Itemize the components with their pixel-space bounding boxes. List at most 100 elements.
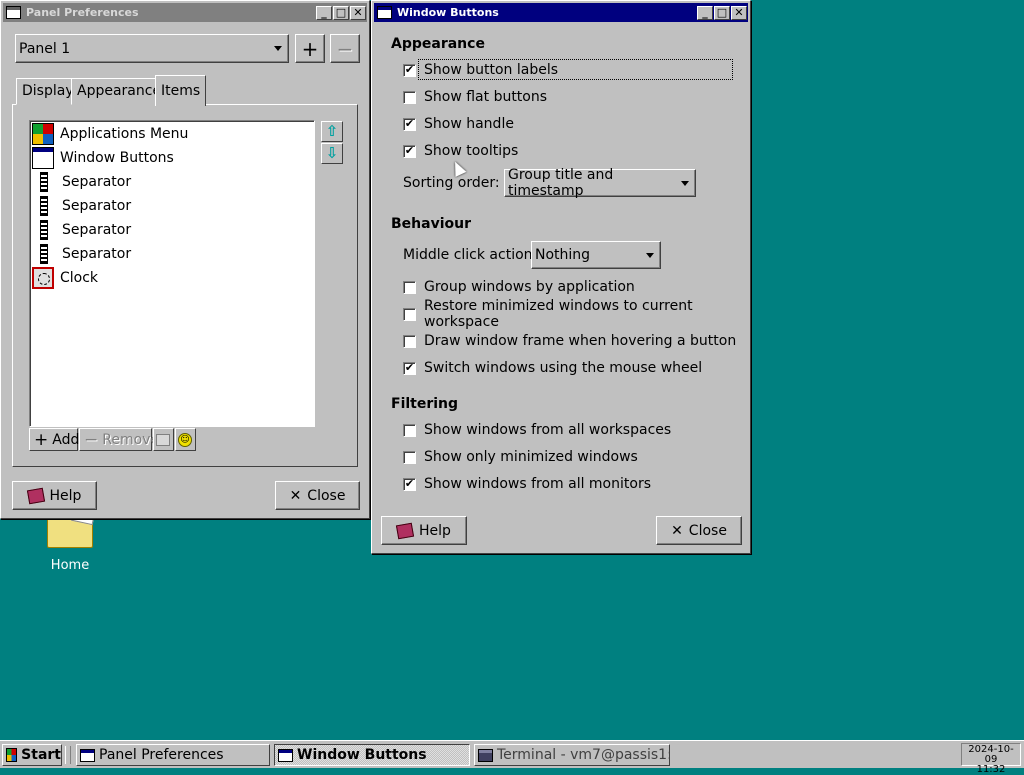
minus-icon: − xyxy=(336,36,354,61)
panel-items-list[interactable]: Applications Menu Window Buttons Separat… xyxy=(29,120,315,427)
list-item[interactable]: Separator xyxy=(32,171,131,193)
middle-click-select[interactable]: Nothing xyxy=(531,241,661,269)
panel-select[interactable]: Panel 1 xyxy=(15,34,289,63)
show-button-labels-checkbox[interactable]: ✔ Show button labels xyxy=(403,60,558,80)
checkbox-box xyxy=(403,280,416,294)
arrow-up-icon: ⇧ xyxy=(325,122,339,140)
start-button[interactable]: Start xyxy=(2,744,62,766)
start-label: Start xyxy=(21,747,61,763)
remove-item-label: Remove xyxy=(102,431,160,448)
checkbox-box xyxy=(403,423,416,437)
group-windows-checkbox[interactable]: Group windows by application xyxy=(403,277,635,297)
checkbox-box xyxy=(403,90,416,104)
close-icon: ✕ xyxy=(289,487,302,504)
clock-icon xyxy=(32,267,54,289)
list-item-label: Clock xyxy=(60,270,99,286)
minimize-button[interactable]: _ xyxy=(316,5,332,20)
separator-icon xyxy=(40,244,48,264)
close-icon: ✕ xyxy=(671,522,683,539)
dropdown-arrow-icon xyxy=(681,180,689,186)
list-item[interactable]: Clock xyxy=(32,267,98,289)
close-button[interactable]: ✕ Close xyxy=(656,516,742,545)
close-button[interactable]: ✕ Close xyxy=(275,481,360,510)
close-window-button[interactable]: ✕ xyxy=(350,5,366,20)
window-title: Panel Preferences xyxy=(26,6,139,19)
list-item-label: Window Buttons xyxy=(60,150,174,166)
window-buttons-icon xyxy=(32,147,54,169)
list-item[interactable]: Window Buttons xyxy=(32,147,174,169)
tab-label: Appearance xyxy=(77,83,162,99)
help-book-icon xyxy=(26,487,45,504)
checkbox-label: Show tooltips xyxy=(424,143,519,159)
help-label: Help xyxy=(419,522,451,539)
taskbar-item-label: Panel Preferences xyxy=(99,747,224,763)
add-panel-button[interactable]: + xyxy=(295,34,325,63)
close-label: Close xyxy=(307,487,346,504)
checkbox-label: Show windows from all monitors xyxy=(424,476,651,492)
help-label: Help xyxy=(49,487,82,504)
only-minimized-checkbox[interactable]: Show only minimized windows xyxy=(403,447,638,467)
minus-icon: − xyxy=(84,429,99,450)
move-up-button[interactable]: ⇧ xyxy=(321,121,343,142)
restore-minimized-checkbox[interactable]: Restore minimized windows to current wor… xyxy=(403,298,750,330)
show-tooltips-checkbox[interactable]: ✔ Show tooltips xyxy=(403,141,518,161)
sorting-order-select[interactable]: Group title and timestamp xyxy=(504,167,696,199)
taskbar-item-terminal[interactable]: Terminal - vm7@passis1:~ xyxy=(474,744,670,766)
checkbox-label: Draw window frame when hovering a button xyxy=(424,333,737,349)
terminal-icon xyxy=(478,748,493,762)
maximize-button[interactable]: □ xyxy=(714,5,730,20)
remove-item-button[interactable]: − Remove xyxy=(79,428,159,451)
help-button[interactable]: Help xyxy=(12,481,97,510)
window-title: Window Buttons xyxy=(397,6,499,19)
show-handle-checkbox[interactable]: ✔ Show handle xyxy=(403,114,514,134)
list-item[interactable]: Applications Menu xyxy=(32,123,188,145)
list-item-label: Separator xyxy=(62,246,132,262)
smiley-icon: ☺ xyxy=(178,432,192,447)
maximize-button[interactable]: □ xyxy=(333,5,349,20)
checkbox-box xyxy=(403,334,416,348)
panel-preferences-titlebar[interactable]: Panel Preferences _ □ ✕ xyxy=(3,3,367,22)
help-button[interactable]: Help xyxy=(381,516,467,545)
draw-frame-checkbox[interactable]: Draw window frame when hovering a button xyxy=(403,331,736,351)
tab-items[interactable]: Items xyxy=(155,75,207,106)
window-buttons-titlebar[interactable]: Window Buttons _ □ ✕ xyxy=(374,3,748,22)
list-item[interactable]: Separator xyxy=(32,195,131,217)
switch-wheel-checkbox[interactable]: ✔ Switch windows using the mouse wheel xyxy=(403,358,702,378)
window-icon xyxy=(377,6,392,19)
tab-appearance[interactable]: Appearance xyxy=(71,78,168,105)
checkbox-box: ✔ xyxy=(403,476,416,491)
item-about-button[interactable]: ☺ xyxy=(175,428,196,451)
add-item-button[interactable]: + Add xyxy=(29,428,79,451)
dropdown-arrow-icon xyxy=(274,46,282,51)
arrow-down-icon: ⇩ xyxy=(325,144,339,162)
desktop-home-label: Home xyxy=(50,558,90,573)
plus-icon: + xyxy=(34,429,49,450)
window-icon xyxy=(6,6,21,19)
taskbar-handle[interactable] xyxy=(65,746,71,764)
item-properties-button[interactable] xyxy=(153,428,174,451)
list-item[interactable]: Separator xyxy=(32,219,131,241)
taskbar-item-window-buttons[interactable]: Window Buttons xyxy=(274,744,470,766)
window-buttons-window: Window Buttons _ □ ✕ Appearance ✔ Show b… xyxy=(371,0,751,554)
tab-label: Display xyxy=(22,83,74,99)
help-book-icon xyxy=(395,522,415,539)
close-window-button[interactable]: ✕ xyxy=(731,5,747,20)
desktop-home-icon[interactable]: Home xyxy=(40,516,100,573)
remove-panel-button[interactable]: − xyxy=(330,34,360,63)
checkbox-label: Group windows by application xyxy=(424,279,635,295)
move-down-button[interactable]: ⇩ xyxy=(321,143,343,164)
plus-icon: + xyxy=(301,36,319,61)
taskbar-item-panel-preferences[interactable]: Panel Preferences xyxy=(76,744,270,766)
dropdown-arrow-icon xyxy=(646,252,654,258)
checkbox-box: ✔ xyxy=(403,143,416,158)
show-flat-buttons-checkbox[interactable]: Show flat buttons xyxy=(403,87,547,107)
all-workspaces-checkbox[interactable]: Show windows from all workspaces xyxy=(403,420,671,440)
taskbar-clock[interactable]: 2024-10-09 11:32 xyxy=(961,743,1021,775)
checkbox-box xyxy=(403,450,416,464)
list-item[interactable]: Separator xyxy=(32,243,131,265)
folder-icon xyxy=(47,516,93,548)
checkbox-label: Show flat buttons xyxy=(424,89,548,105)
separator-icon xyxy=(40,220,48,240)
minimize-button[interactable]: _ xyxy=(697,5,713,20)
all-monitors-checkbox[interactable]: ✔ Show windows from all monitors xyxy=(403,474,651,494)
